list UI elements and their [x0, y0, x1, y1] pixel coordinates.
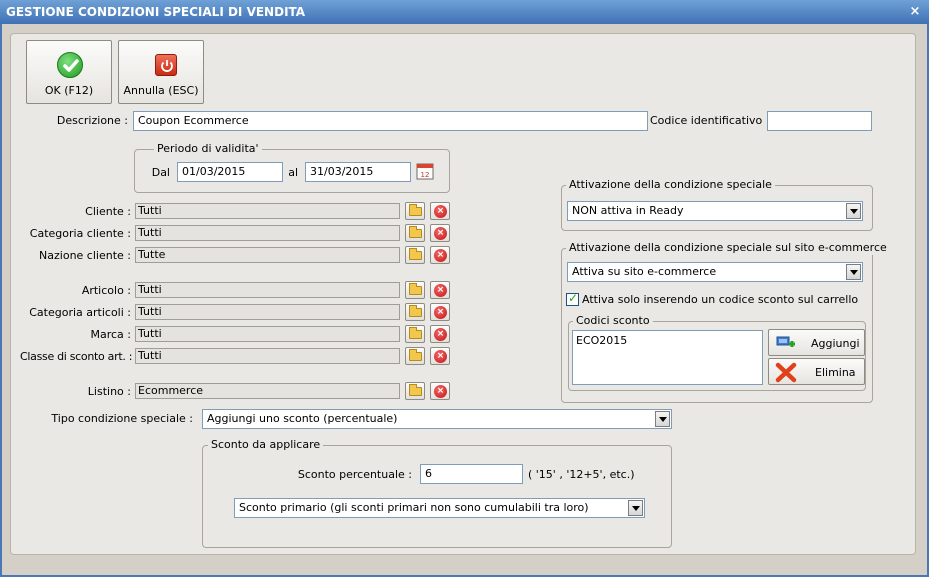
nazione-cliente-field: Tutte: [135, 247, 400, 263]
sconto-group: [202, 445, 672, 548]
listino-label: Listino :: [87, 385, 131, 398]
folder-icon: [409, 349, 422, 361]
cliente-clear-button[interactable]: ×: [430, 202, 450, 220]
ok-button-label: OK (F12): [44, 84, 94, 97]
codice-sconto-checkbox[interactable]: ✓: [566, 291, 579, 306]
sconto-title: Sconto da applicare: [208, 438, 324, 452]
ok-button[interactable]: OK (F12): [26, 40, 112, 104]
listino-folder-button[interactable]: [405, 382, 425, 400]
folder-icon: [409, 305, 422, 317]
aggiungi-button[interactable]: Aggiungi: [768, 329, 865, 356]
attivazione-title: Attivazione della condizione speciale: [566, 178, 775, 192]
cliente-folder-button[interactable]: [405, 202, 425, 220]
tipo-select[interactable]: Aggiungi uno sconto (percentuale): [202, 409, 672, 429]
categoria-cliente-clear-button[interactable]: ×: [430, 224, 450, 242]
chevron-down-icon[interactable]: [846, 264, 861, 280]
dal-label: Dal: [151, 166, 170, 179]
categoria-cliente-folder-button[interactable]: [405, 224, 425, 242]
codici-sconto-list[interactable]: ECO2015: [572, 330, 763, 385]
folder-icon: [409, 248, 422, 260]
categoria-articoli-field: Tutti: [135, 304, 400, 320]
categoria-articoli-folder-button[interactable]: [405, 303, 425, 321]
tipo-label: Tipo condizione speciale :: [51, 412, 193, 425]
articolo-clear-button[interactable]: ×: [430, 281, 450, 299]
al-label: al: [288, 166, 298, 179]
marca-folder-button[interactable]: [405, 325, 425, 343]
codice-sconto-checkbox-label: Attiva solo inserendo un codice sconto s…: [582, 293, 859, 306]
calendar-icon[interactable]: 12: [415, 161, 435, 181]
marca-label: Marca :: [90, 328, 131, 341]
svg-text:12: 12: [421, 171, 430, 179]
elimina-button-label: Elimina: [815, 366, 856, 379]
sconto-percentuale-hint: ( '15' , '12+5', etc.): [528, 468, 635, 481]
articolo-folder-button[interactable]: [405, 281, 425, 299]
folder-icon: [409, 283, 422, 295]
delete-icon: ×: [434, 205, 447, 218]
window-title: GESTIONE CONDIZIONI SPECIALI DI VENDITA: [0, 0, 929, 24]
list-item[interactable]: ECO2015: [576, 333, 627, 349]
delete-icon: ×: [434, 328, 447, 341]
chevron-down-icon[interactable]: [628, 500, 643, 516]
delete-icon: ×: [434, 249, 447, 262]
articolo-field: Tutti: [135, 282, 400, 298]
codici-sconto-title: Codici sconto: [573, 314, 653, 328]
add-icon: [776, 336, 795, 347]
cancel-button-label: Annulla (ESC): [123, 84, 199, 97]
chevron-down-icon[interactable]: [655, 411, 670, 427]
descrizione-input[interactable]: Coupon Ecommerce: [133, 111, 648, 131]
classe-sconto-label: Classe di sconto art. :: [20, 350, 133, 363]
sconto-percentuale-input[interactable]: 6: [420, 464, 523, 484]
listino-field: Ecommerce: [135, 383, 400, 399]
tipo-select-value: Aggiungi uno sconto (percentuale): [207, 412, 398, 425]
categoria-cliente-field: Tutti: [135, 225, 400, 241]
delete-icon: ×: [434, 306, 447, 319]
periodo-title: Periodo di validita': [154, 142, 262, 156]
descrizione-label: Descrizione :: [56, 114, 128, 127]
codice-input[interactable]: [767, 111, 872, 131]
delete-icon: ×: [434, 227, 447, 240]
checkmark-icon: [57, 52, 83, 78]
classe-sconto-field: Tutti: [135, 348, 400, 364]
marca-field: Tutti: [135, 326, 400, 342]
ecommerce-select-value: Attiva su sito e-commerce: [572, 265, 717, 278]
aggiungi-button-label: Aggiungi: [811, 337, 860, 350]
folder-icon: [409, 204, 422, 216]
delete-icon: ×: [434, 385, 447, 398]
close-icon[interactable]: ×: [907, 4, 923, 20]
sconto-tipo-select-value: Sconto primario (gli sconti primari non …: [239, 501, 589, 514]
cancel-button[interactable]: Annulla (ESC): [118, 40, 204, 104]
marca-clear-button[interactable]: ×: [430, 325, 450, 343]
folder-icon: [409, 384, 422, 396]
nazione-cliente-folder-button[interactable]: [405, 246, 425, 264]
attivazione-select-value: NON attiva in Ready: [572, 204, 684, 217]
delete-x-icon: [775, 362, 797, 383]
chevron-down-icon[interactable]: [846, 203, 861, 219]
checkmark-icon: ✓: [568, 291, 579, 305]
sconto-tipo-select[interactable]: Sconto primario (gli sconti primari non …: [234, 498, 645, 518]
classe-sconto-clear-button[interactable]: ×: [430, 347, 450, 365]
ecommerce-select[interactable]: Attiva su sito e-commerce: [567, 262, 863, 282]
folder-icon: [409, 327, 422, 339]
categoria-articoli-clear-button[interactable]: ×: [430, 303, 450, 321]
codice-label: Codice identificativo :: [650, 114, 770, 127]
cliente-field: Tutti: [135, 203, 400, 219]
listino-clear-button[interactable]: ×: [430, 382, 450, 400]
dal-date-input[interactable]: 01/03/2015: [177, 162, 283, 182]
categoria-articoli-label: Categoria articoli :: [29, 306, 131, 319]
folder-icon: [409, 226, 422, 238]
power-icon: [155, 54, 177, 76]
al-date-input[interactable]: 31/03/2015: [305, 162, 411, 182]
cliente-label: Cliente :: [85, 205, 131, 218]
classe-sconto-folder-button[interactable]: [405, 347, 425, 365]
categoria-cliente-label: Categoria cliente :: [29, 227, 131, 240]
ecommerce-title: Attivazione della condizione speciale su…: [566, 241, 890, 255]
attivazione-select[interactable]: NON attiva in Ready: [567, 201, 863, 221]
nazione-cliente-label: Nazione cliente :: [39, 249, 131, 262]
delete-icon: ×: [434, 284, 447, 297]
nazione-cliente-clear-button[interactable]: ×: [430, 246, 450, 264]
delete-icon: ×: [434, 350, 447, 363]
articolo-label: Articolo :: [81, 284, 131, 297]
elimina-button[interactable]: Elimina: [768, 358, 865, 385]
sconto-percentuale-label: Sconto percentuale :: [297, 468, 412, 481]
